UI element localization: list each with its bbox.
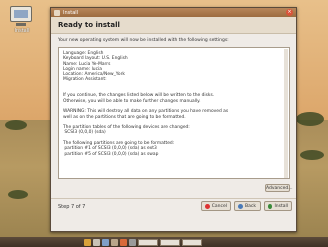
taskbar-item[interactable] [160, 238, 180, 246]
tree [296, 112, 324, 126]
desktop-install-label: Install [14, 28, 30, 34]
install-button[interactable]: Install [264, 201, 292, 211]
files-icon[interactable] [111, 238, 118, 246]
app-icon[interactable] [129, 238, 136, 246]
install-icon [268, 203, 273, 209]
cancel-button[interactable]: Cancel [201, 201, 231, 211]
taskbar-item[interactable] [138, 238, 158, 246]
titlebar[interactable]: Install × [51, 8, 296, 17]
back-arrow-icon [238, 203, 243, 209]
menu-icon[interactable] [84, 238, 91, 246]
back-button[interactable]: Back [234, 201, 261, 211]
tree [8, 190, 28, 199]
page-title: Ready to install [58, 21, 120, 29]
install-label: Install [274, 203, 288, 209]
advanced-button[interactable]: Advanced... [265, 184, 293, 192]
app-icon [54, 9, 60, 16]
computer-icon [10, 6, 32, 22]
cancel-label: Cancel [211, 203, 227, 209]
app-icon[interactable] [120, 238, 127, 246]
bottom-panel [0, 237, 328, 247]
tree [5, 120, 27, 130]
browser-icon[interactable] [102, 238, 109, 246]
page-header: Ready to install [51, 17, 296, 34]
taskbar-item[interactable] [182, 238, 202, 246]
close-icon[interactable]: × [286, 9, 293, 16]
installer-window: Install × Ready to install Your new oper… [50, 7, 297, 232]
scrollbar[interactable] [284, 49, 288, 178]
step-label: Step 7 of 7 [58, 204, 86, 210]
intro-text: Your new operating system will now be in… [58, 38, 229, 43]
home-icon[interactable] [93, 238, 100, 246]
settings-summary[interactable]: Language: English Keyboard layout: U.S. E… [58, 47, 290, 179]
tree [300, 150, 324, 160]
window-title: Install [63, 9, 79, 16]
divider [51, 198, 296, 199]
cancel-icon [205, 203, 210, 209]
back-label: Back [245, 203, 256, 209]
summary-line: partition #5 of SCSI3 (0,0,0) (sda) as s… [63, 151, 159, 157]
summary-lines: Language: English Keyboard layout: U.S. E… [63, 51, 285, 157]
